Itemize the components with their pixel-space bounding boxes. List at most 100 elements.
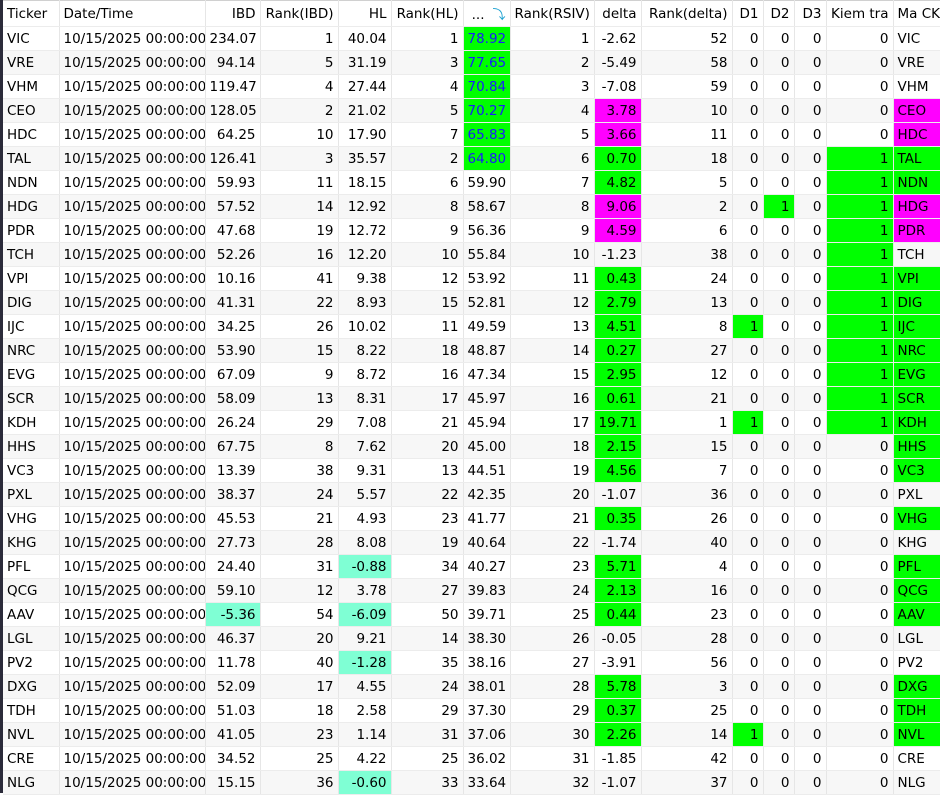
cell-d1[interactable]: 1 (732, 411, 763, 435)
cell-date-time[interactable]: 10/15/2025 00:00:00 (59, 435, 205, 459)
cell-delta[interactable]: 2.15 (594, 435, 641, 459)
cell-delta[interactable]: 5.78 (594, 675, 641, 699)
cell-kiem-tra[interactable]: 0 (826, 459, 893, 483)
cell-rank-delta[interactable]: 10 (641, 99, 732, 123)
cell-rank-hl[interactable]: 10 (391, 243, 463, 267)
cell-rank-ibd[interactable]: 3 (260, 147, 338, 171)
cell-rank-delta[interactable]: 8 (641, 315, 732, 339)
column-header-rsiv[interactable]: ...⤵ (463, 1, 510, 27)
cell-ticker[interactable]: KHG (3, 531, 59, 555)
cell-d2[interactable]: 0 (763, 747, 794, 771)
cell-hl[interactable]: 8.08 (338, 531, 391, 555)
cell-hl[interactable]: 9.38 (338, 267, 391, 291)
cell-d3[interactable]: 0 (794, 459, 826, 483)
cell-d1[interactable]: 0 (732, 219, 763, 243)
cell-hl[interactable]: 5.57 (338, 483, 391, 507)
cell-rank-ibd[interactable]: 1 (260, 27, 338, 51)
cell-rsiv[interactable]: 55.84 (463, 243, 510, 267)
cell-d1[interactable]: 0 (732, 651, 763, 675)
cell-rsiv[interactable]: 37.30 (463, 699, 510, 723)
cell-delta[interactable]: -1.23 (594, 243, 641, 267)
cell-date-time[interactable]: 10/15/2025 00:00:00 (59, 675, 205, 699)
cell-hl[interactable]: 8.22 (338, 339, 391, 363)
column-header-rank-ibd[interactable]: Rank(IBD) (260, 1, 338, 27)
cell-rank-hl[interactable]: 9 (391, 219, 463, 243)
cell-rank-hl[interactable]: 14 (391, 627, 463, 651)
cell-delta[interactable]: -1.07 (594, 771, 641, 795)
cell-rank-delta[interactable]: 36 (641, 483, 732, 507)
cell-ibd[interactable]: 94.14 (205, 51, 260, 75)
cell-rank-delta[interactable]: 52 (641, 27, 732, 51)
cell-d1[interactable]: 0 (732, 747, 763, 771)
cell-date-time[interactable]: 10/15/2025 00:00:00 (59, 747, 205, 771)
cell-rank-delta[interactable]: 59 (641, 75, 732, 99)
cell-rank-hl[interactable]: 1 (391, 27, 463, 51)
cell-rank-delta[interactable]: 56 (641, 651, 732, 675)
cell-ibd[interactable]: 24.40 (205, 555, 260, 579)
cell-rsiv[interactable]: 77.65 (463, 51, 510, 75)
cell-date-time[interactable]: 10/15/2025 00:00:00 (59, 123, 205, 147)
cell-rsiv[interactable]: 70.84 (463, 75, 510, 99)
cell-rank-rsiv[interactable]: 11 (510, 267, 594, 291)
cell-rsiv[interactable]: 48.87 (463, 339, 510, 363)
cell-kiem-tra[interactable]: 1 (826, 363, 893, 387)
cell-date-time[interactable]: 10/15/2025 00:00:00 (59, 699, 205, 723)
cell-d2[interactable]: 0 (763, 483, 794, 507)
cell-rank-rsiv[interactable]: 5 (510, 123, 594, 147)
cell-rank-ibd[interactable]: 8 (260, 435, 338, 459)
cell-ticker[interactable]: KDH (3, 411, 59, 435)
cell-date-time[interactable]: 10/15/2025 00:00:00 (59, 339, 205, 363)
cell-d1[interactable]: 0 (732, 435, 763, 459)
cell-date-time[interactable]: 10/15/2025 00:00:00 (59, 51, 205, 75)
cell-ibd[interactable]: 234.07 (205, 27, 260, 51)
cell-d1[interactable]: 0 (732, 675, 763, 699)
cell-kiem-tra[interactable]: 0 (826, 123, 893, 147)
cell-delta[interactable]: 2.79 (594, 291, 641, 315)
cell-rank-ibd[interactable]: 29 (260, 411, 338, 435)
table-row[interactable]: LGL10/15/2025 00:00:0046.37209.211438.30… (3, 627, 940, 651)
cell-date-time[interactable]: 10/15/2025 00:00:00 (59, 411, 205, 435)
cell-rank-delta[interactable]: 13 (641, 291, 732, 315)
cell-ma-ck[interactable]: NDN (893, 171, 940, 195)
cell-hl[interactable]: 1.14 (338, 723, 391, 747)
cell-date-time[interactable]: 10/15/2025 00:00:00 (59, 627, 205, 651)
cell-delta[interactable]: -1.85 (594, 747, 641, 771)
cell-d3[interactable]: 0 (794, 267, 826, 291)
sort-descending-icon[interactable]: ⤵ (492, 4, 505, 23)
cell-rank-delta[interactable]: 12 (641, 363, 732, 387)
cell-d3[interactable]: 0 (794, 555, 826, 579)
cell-ticker[interactable]: PDR (3, 219, 59, 243)
cell-d3[interactable]: 0 (794, 675, 826, 699)
cell-d1[interactable]: 0 (732, 171, 763, 195)
cell-d1[interactable]: 0 (732, 51, 763, 75)
cell-kiem-tra[interactable]: 0 (826, 51, 893, 75)
cell-rank-rsiv[interactable]: 23 (510, 555, 594, 579)
cell-ma-ck[interactable]: SCR (893, 387, 940, 411)
cell-hl[interactable]: 9.21 (338, 627, 391, 651)
cell-kiem-tra[interactable]: 0 (826, 579, 893, 603)
cell-ticker[interactable]: TAL (3, 147, 59, 171)
cell-ticker[interactable]: DXG (3, 675, 59, 699)
cell-kiem-tra[interactable]: 0 (826, 603, 893, 627)
table-row[interactable]: VHG10/15/2025 00:00:0045.53214.932341.77… (3, 507, 940, 531)
cell-ma-ck[interactable]: VHG (893, 507, 940, 531)
cell-rank-ibd[interactable]: 40 (260, 651, 338, 675)
cell-delta[interactable]: -7.08 (594, 75, 641, 99)
table-row[interactable]: CEO10/15/2025 00:00:00128.05221.02570.27… (3, 99, 940, 123)
cell-rsiv[interactable]: 40.27 (463, 555, 510, 579)
cell-ticker[interactable]: VIC (3, 27, 59, 51)
table-row[interactable]: DXG10/15/2025 00:00:0052.09174.552438.01… (3, 675, 940, 699)
cell-ibd[interactable]: 34.25 (205, 315, 260, 339)
column-header-hl[interactable]: HL (338, 1, 391, 27)
cell-date-time[interactable]: 10/15/2025 00:00:00 (59, 651, 205, 675)
cell-rank-hl[interactable]: 16 (391, 363, 463, 387)
column-header-delta[interactable]: delta (594, 1, 641, 27)
table-row[interactable]: HDC10/15/2025 00:00:0064.251017.90765.83… (3, 123, 940, 147)
cell-rank-rsiv[interactable]: 26 (510, 627, 594, 651)
cell-hl[interactable]: 2.58 (338, 699, 391, 723)
cell-rsiv[interactable]: 44.51 (463, 459, 510, 483)
cell-rank-rsiv[interactable]: 27 (510, 651, 594, 675)
cell-d1[interactable]: 1 (732, 315, 763, 339)
cell-rank-rsiv[interactable]: 30 (510, 723, 594, 747)
cell-d2[interactable]: 0 (763, 315, 794, 339)
